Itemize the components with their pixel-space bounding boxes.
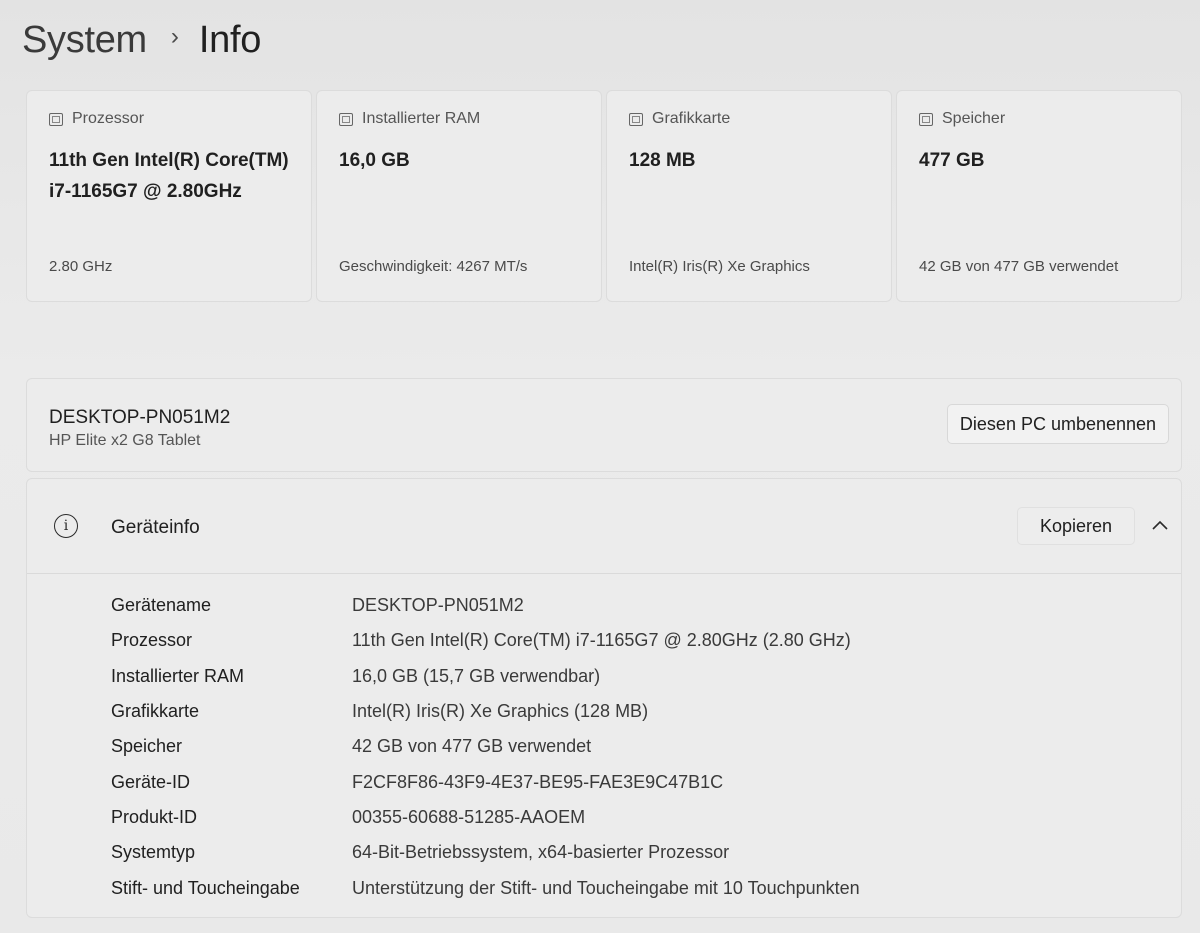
device-info-section: i Geräteinfo Kopieren Gerätename DESKTOP… [26, 478, 1182, 918]
spec-value: DESKTOP-PN051M2 [352, 595, 524, 616]
card-value: 477 GB [919, 150, 985, 171]
spec-row: Speicher 42 GB von 477 GB verwendet [111, 729, 860, 764]
gpu-icon [629, 112, 643, 126]
spec-row: Systemtyp 64-Bit-Betriebssystem, x64-bas… [111, 835, 860, 870]
device-info-title: Geräteinfo [111, 517, 200, 538]
storage-card: Speicher 477 GB 42 GB von 477 GB verwend… [896, 90, 1182, 302]
copy-button[interactable]: Kopieren [1017, 507, 1135, 545]
device-name-bar: DESKTOP-PN051M2 HP Elite x2 G8 Tablet Di… [26, 378, 1182, 472]
ram-card: Installierter RAM 16,0 GB Geschwindigkei… [316, 90, 602, 302]
card-subtext: Geschwindigkeit: 4267 MT/s [339, 258, 528, 275]
rename-pc-button[interactable]: Diesen PC umbenennen [947, 404, 1169, 444]
chevron-up-icon[interactable] [1149, 514, 1171, 536]
spec-row: Prozessor 11th Gen Intel(R) Core(TM) i7-… [111, 623, 860, 658]
breadcrumb: System › Info [22, 14, 261, 66]
card-label: Grafikkarte [652, 110, 731, 127]
spec-key: Geräte-ID [111, 771, 191, 792]
spec-row: Produkt-ID 00355-60688-51285-AAOEM [111, 800, 860, 835]
card-value: 128 MB [629, 150, 696, 171]
device-info-header[interactable]: i Geräteinfo Kopieren [27, 479, 1181, 574]
device-model: HP Elite x2 G8 Tablet [49, 432, 201, 449]
spec-key: Grafikkarte [111, 701, 200, 722]
card-subtext: 2.80 GHz [49, 258, 113, 275]
spec-value: Intel(R) Iris(R) Xe Graphics (128 MB) [352, 701, 649, 722]
ram-icon [339, 112, 353, 126]
spec-key: Speicher [111, 736, 183, 757]
spec-value: 42 GB von 477 GB verwendet [352, 736, 592, 757]
card-label: Prozessor [72, 110, 145, 127]
card-label: Installierter RAM [362, 110, 481, 127]
graphics-card: Grafikkarte 128 MB Intel(R) Iris(R) Xe G… [606, 90, 892, 302]
breadcrumb-separator: › [170, 23, 179, 50]
spec-key: Stift- und Toucheingabe [111, 877, 300, 898]
settings-page: System › Info Prozessor 11th Gen Intel(R… [0, 0, 1200, 933]
spec-row: Stift- und Toucheingabe Unterstützung de… [111, 870, 860, 905]
spec-key: Prozessor [111, 630, 193, 651]
processor-card: Prozessor 11th Gen Intel(R) Core(TM) i7-… [26, 90, 312, 302]
spec-cards: Prozessor 11th Gen Intel(R) Core(TM) i7-… [26, 90, 1182, 302]
card-value: 11th Gen Intel(R) Core(TM) i7-1165G7 @ 2… [49, 150, 289, 202]
card-label: Speicher [942, 110, 1006, 127]
cpu-icon [49, 112, 63, 126]
spec-value: Unterstützung der Stift- und Toucheingab… [352, 877, 860, 898]
page-title: Info [198, 18, 262, 61]
spec-row: Grafikkarte Intel(R) Iris(R) Xe Graphics… [111, 694, 860, 729]
storage-icon [919, 112, 933, 126]
spec-value: 64-Bit-Betriebssystem, x64-basierter Pro… [352, 842, 730, 863]
breadcrumb-system-link[interactable]: System [22, 19, 147, 62]
spec-row: Gerätename DESKTOP-PN051M2 [111, 588, 860, 623]
spec-value: 00355-60688-51285-AAOEM [352, 806, 586, 827]
spec-key: Installierter RAM [111, 665, 245, 686]
spec-value: 16,0 GB (15,7 GB verwendbar) [352, 665, 601, 686]
card-subtext: Intel(R) Iris(R) Xe Graphics [629, 258, 810, 275]
device-spec-table: Gerätename DESKTOP-PN051M2 Prozessor 11t… [111, 588, 860, 906]
card-subtext: 42 GB von 477 GB verwendet [919, 258, 1119, 275]
spec-key: Gerätename [111, 595, 212, 616]
spec-value: F2CF8F86-43F9-4E37-BE95-FAE3E9C47B1C [352, 771, 724, 792]
spec-row: Installierter RAM 16,0 GB (15,7 GB verwe… [111, 659, 860, 694]
spec-value: 11th Gen Intel(R) Core(TM) i7-1165G7 @ 2… [352, 630, 851, 651]
spec-key: Produkt-ID [111, 806, 198, 827]
spec-row: Geräte-ID F2CF8F86-43F9-4E37-BE95-FAE3E9… [111, 764, 860, 799]
spec-key: Systemtyp [111, 842, 196, 863]
info-icon: i [54, 514, 78, 538]
device-name: DESKTOP-PN051M2 [49, 407, 231, 428]
card-value: 16,0 GB [339, 150, 410, 171]
